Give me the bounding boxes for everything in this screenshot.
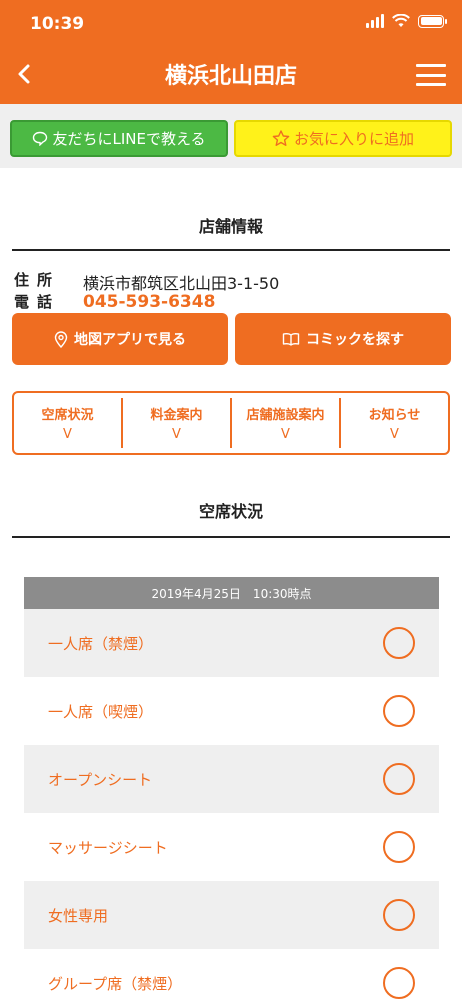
tab-availability[interactable]: 空席状況 V [14,398,123,448]
available-circle-icon [383,627,415,659]
chevron-down-icon: V [390,427,399,442]
seat-list: 一人席（禁煙） 一人席（喫煙） オープンシート マッサージシート 女性専用 グル… [24,609,439,1000]
tab-label: 空席状況 [41,408,94,423]
chevron-down-icon: V [172,427,181,442]
address-value: 横浜市都筑区北山田3-1-50 [83,274,280,293]
app-header: 10:39 横浜北山田店 [0,0,462,104]
address-label: 住所 [14,271,61,289]
seat-name: 一人席（喫煙） [48,702,154,721]
availability-timestamp: 2019年4月25日 10:30時点 [24,577,439,609]
share-line-label: 友だちにLINEで教える [52,130,206,148]
availability-table: 2019年4月25日 10:30時点 一人席（禁煙） 一人席（喫煙） オープンシ… [24,577,439,1000]
menu-button[interactable] [416,64,446,86]
availability-title: 空席状況 [198,502,263,521]
book-icon [282,333,300,346]
table-row: 一人席（禁煙） [24,609,439,677]
page-title: 横浜北山田店 [164,64,297,89]
add-favorite-label: お気に入りに追加 [293,130,414,148]
seat-name: 一人席（禁煙） [48,634,154,653]
status-icons [366,14,447,28]
speech-bubble-icon [33,131,48,146]
availability-divider [12,536,450,538]
open-map-button[interactable]: 地図アプリで見る [12,313,228,365]
available-circle-icon [383,695,415,727]
seat-name: マッサージシート [48,838,168,857]
chevron-down-icon: V [63,427,72,442]
wifi-icon [392,14,410,27]
tab-news[interactable]: お知らせ V [341,398,448,448]
table-row: マッサージシート [24,813,439,881]
tab-label: 料金案内 [150,408,203,423]
action-bar: 友だちにLINEで教える お気に入りに追加 [0,104,462,168]
tab-facilities[interactable]: 店舗施設案内 V [232,398,341,448]
available-circle-icon [383,763,415,795]
tab-pricing[interactable]: 料金案内 V [123,398,232,448]
table-row: グループ席（禁煙） [24,949,439,1000]
tab-label: 店舗施設案内 [246,408,325,423]
store-info-divider [12,249,450,251]
chevron-down-icon: V [281,427,290,442]
signal-icon [366,14,384,28]
status-time: 10:39 [30,14,85,34]
available-circle-icon [383,899,415,931]
table-row: オープンシート [24,745,439,813]
star-icon [272,130,290,146]
map-pin-icon [54,330,68,348]
store-info-title: 店舗情報 [198,217,263,236]
available-circle-icon [383,967,415,999]
find-comic-label: コミックを探す [306,332,404,348]
share-line-button[interactable]: 友だちにLINEで教える [10,120,228,157]
tel-link[interactable]: 045-593-6348 [83,292,215,312]
seat-name: 女性専用 [48,906,109,925]
available-circle-icon [383,831,415,863]
table-row: 女性専用 [24,881,439,949]
info-tabs: 空席状況 V 料金案内 V 店舗施設案内 V お知らせ V [12,391,450,455]
add-favorite-button[interactable]: お気に入りに追加 [234,120,452,157]
open-map-label: 地図アプリで見る [74,332,186,348]
battery-icon [418,14,447,28]
table-row: 一人席（喫煙） [24,677,439,745]
tab-label: お知らせ [368,408,421,423]
seat-name: グループ席（禁煙） [48,974,183,993]
seat-name: オープンシート [48,770,153,789]
find-comic-button[interactable]: コミックを探す [235,313,451,365]
tel-label: 電話 [14,293,61,311]
